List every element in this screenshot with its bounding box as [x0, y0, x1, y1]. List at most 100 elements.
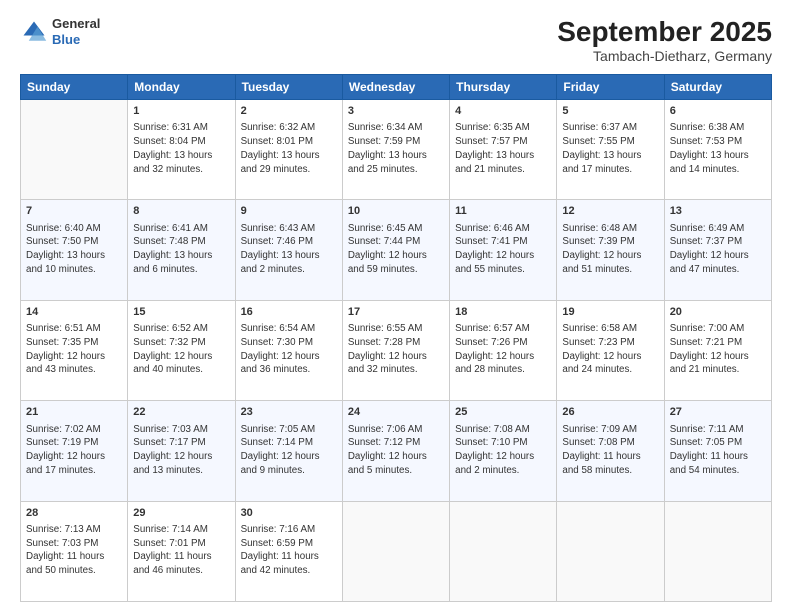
- table-row: 23 Sunrise: 7:05 AM Sunset: 7:14 PM Dayli…: [235, 401, 342, 501]
- day-number: 22: [133, 405, 229, 420]
- day-info: Sunrise: 6:45 AM Sunset: 7:44 PM Dayligh…: [348, 222, 444, 277]
- day-number: 28: [26, 506, 122, 521]
- table-row: 3 Sunrise: 6:34 AM Sunset: 7:59 PM Daylig…: [342, 100, 449, 200]
- day-number: 27: [670, 405, 766, 420]
- day-number: 21: [26, 405, 122, 420]
- day-info: Sunrise: 6:34 AM Sunset: 7:59 PM Dayligh…: [348, 121, 444, 176]
- table-row: 9Sunrise: 6:43 AM Sunset: 7:46 PM Daylig…: [235, 200, 342, 300]
- table-row: 27 Sunrise: 7:11 AM Sunset: 7:05 PM Dayli…: [664, 401, 771, 501]
- table-row: 4 Sunrise: 6:35 AM Sunset: 7:57 PM Daylig…: [450, 100, 557, 200]
- col-monday: Monday: [128, 75, 235, 100]
- table-row: [664, 501, 771, 601]
- day-info: Sunrise: 7:03 AM Sunset: 7:17 PM Dayligh…: [133, 423, 229, 478]
- day-number: 2: [241, 104, 337, 119]
- table-row: 17Sunrise: 6:55 AM Sunset: 7:28 PM Dayli…: [342, 300, 449, 400]
- table-row: 5 Sunrise: 6:37 AM Sunset: 7:55 PM Daylig…: [557, 100, 664, 200]
- table-row: 15 Sunrise: 6:52 AM Sunset: 7:32 PM Dayli…: [128, 300, 235, 400]
- table-row: 2 Sunrise: 6:32 AM Sunset: 8:01 PM Daylig…: [235, 100, 342, 200]
- calendar-week-row: 14Sunrise: 6:51 AM Sunset: 7:35 PM Dayli…: [21, 300, 772, 400]
- col-sunday: Sunday: [21, 75, 128, 100]
- day-info: Sunrise: 6:57 AM Sunset: 7:26 PM Dayligh…: [455, 322, 551, 377]
- day-info: Sunrise: 6:51 AM Sunset: 7:35 PM Dayligh…: [26, 322, 122, 377]
- table-row: 7 Sunrise: 6:40 AM Sunset: 7:50 PM Daylig…: [21, 200, 128, 300]
- day-number: 19: [562, 305, 658, 320]
- logo: General Blue: [20, 16, 100, 47]
- col-thursday: Thursday: [450, 75, 557, 100]
- day-info: Sunrise: 6:31 AM Sunset: 8:04 PM Dayligh…: [133, 121, 229, 176]
- calendar-week-row: 1Sunrise: 6:31 AM Sunset: 8:04 PM Daylig…: [21, 100, 772, 200]
- day-number: 17: [348, 305, 444, 320]
- table-row: 21 Sunrise: 7:02 AM Sunset: 7:19 PM Dayli…: [21, 401, 128, 501]
- col-tuesday: Tuesday: [235, 75, 342, 100]
- table-row: [342, 501, 449, 601]
- table-row: 6Sunrise: 6:38 AM Sunset: 7:53 PM Daylig…: [664, 100, 771, 200]
- day-number: 10: [348, 204, 444, 219]
- table-row: 28Sunrise: 7:13 AM Sunset: 7:03 PM Dayli…: [21, 501, 128, 601]
- table-row: 20 Sunrise: 7:00 AM Sunset: 7:21 PM Dayli…: [664, 300, 771, 400]
- day-info: Sunrise: 7:14 AM Sunset: 7:01 PM Dayligh…: [133, 523, 229, 578]
- day-number: 8: [133, 204, 229, 219]
- page: General Blue September 2025 Tambach-Diet…: [0, 0, 792, 612]
- day-number: 18: [455, 305, 551, 320]
- day-info: Sunrise: 7:11 AM Sunset: 7:05 PM Dayligh…: [670, 423, 766, 478]
- table-row: 1Sunrise: 6:31 AM Sunset: 8:04 PM Daylig…: [128, 100, 235, 200]
- day-info: Sunrise: 7:08 AM Sunset: 7:10 PM Dayligh…: [455, 423, 551, 478]
- table-row: 11Sunrise: 6:46 AM Sunset: 7:41 PM Dayli…: [450, 200, 557, 300]
- table-row: 24Sunrise: 7:06 AM Sunset: 7:12 PM Dayli…: [342, 401, 449, 501]
- day-number: 5: [562, 104, 658, 119]
- table-row: 29 Sunrise: 7:14 AM Sunset: 7:01 PM Dayli…: [128, 501, 235, 601]
- table-row: 10 Sunrise: 6:45 AM Sunset: 7:44 PM Dayli…: [342, 200, 449, 300]
- day-number: 16: [241, 305, 337, 320]
- day-info: Sunrise: 6:35 AM Sunset: 7:57 PM Dayligh…: [455, 121, 551, 176]
- table-row: 14Sunrise: 6:51 AM Sunset: 7:35 PM Dayli…: [21, 300, 128, 400]
- day-info: Sunrise: 7:00 AM Sunset: 7:21 PM Dayligh…: [670, 322, 766, 377]
- table-row: 12 Sunrise: 6:48 AM Sunset: 7:39 PM Dayli…: [557, 200, 664, 300]
- day-number: 15: [133, 305, 229, 320]
- day-info: Sunrise: 6:49 AM Sunset: 7:37 PM Dayligh…: [670, 222, 766, 277]
- day-number: 30: [241, 506, 337, 521]
- day-info: Sunrise: 7:05 AM Sunset: 7:14 PM Dayligh…: [241, 423, 337, 478]
- day-number: 7: [26, 204, 122, 219]
- day-number: 3: [348, 104, 444, 119]
- day-info: Sunrise: 6:48 AM Sunset: 7:39 PM Dayligh…: [562, 222, 658, 277]
- day-info: Sunrise: 6:40 AM Sunset: 7:50 PM Dayligh…: [26, 222, 122, 277]
- logo-line1: General: [52, 16, 100, 32]
- logo-text: General Blue: [52, 16, 100, 47]
- table-row: 25 Sunrise: 7:08 AM Sunset: 7:10 PM Dayli…: [450, 401, 557, 501]
- day-number: 20: [670, 305, 766, 320]
- table-row: 30 Sunrise: 7:16 AM Sunset: 6:59 PM Dayli…: [235, 501, 342, 601]
- calendar-header-row: Sunday Monday Tuesday Wednesday Thursday…: [21, 75, 772, 100]
- col-saturday: Saturday: [664, 75, 771, 100]
- table-row: 26 Sunrise: 7:09 AM Sunset: 7:08 PM Dayli…: [557, 401, 664, 501]
- table-row: [557, 501, 664, 601]
- table-row: 19 Sunrise: 6:58 AM Sunset: 7:23 PM Dayli…: [557, 300, 664, 400]
- day-number: 29: [133, 506, 229, 521]
- day-info: Sunrise: 6:58 AM Sunset: 7:23 PM Dayligh…: [562, 322, 658, 377]
- day-info: Sunrise: 6:32 AM Sunset: 8:01 PM Dayligh…: [241, 121, 337, 176]
- day-number: 23: [241, 405, 337, 420]
- day-number: 12: [562, 204, 658, 219]
- day-number: 26: [562, 405, 658, 420]
- day-info: Sunrise: 6:52 AM Sunset: 7:32 PM Dayligh…: [133, 322, 229, 377]
- calendar-title: September 2025: [557, 16, 772, 48]
- calendar-week-row: 7 Sunrise: 6:40 AM Sunset: 7:50 PM Daylig…: [21, 200, 772, 300]
- day-info: Sunrise: 6:41 AM Sunset: 7:48 PM Dayligh…: [133, 222, 229, 277]
- day-number: 24: [348, 405, 444, 420]
- day-info: Sunrise: 6:46 AM Sunset: 7:41 PM Dayligh…: [455, 222, 551, 277]
- day-info: Sunrise: 7:09 AM Sunset: 7:08 PM Dayligh…: [562, 423, 658, 478]
- day-number: 9: [241, 204, 337, 219]
- table-row: 16Sunrise: 6:54 AM Sunset: 7:30 PM Dayli…: [235, 300, 342, 400]
- day-info: Sunrise: 6:37 AM Sunset: 7:55 PM Dayligh…: [562, 121, 658, 176]
- col-wednesday: Wednesday: [342, 75, 449, 100]
- table-row: [21, 100, 128, 200]
- day-number: 6: [670, 104, 766, 119]
- header: General Blue September 2025 Tambach-Diet…: [20, 16, 772, 64]
- day-number: 25: [455, 405, 551, 420]
- day-number: 4: [455, 104, 551, 119]
- calendar-table: Sunday Monday Tuesday Wednesday Thursday…: [20, 74, 772, 602]
- day-info: Sunrise: 7:02 AM Sunset: 7:19 PM Dayligh…: [26, 423, 122, 478]
- logo-line2: Blue: [52, 32, 100, 48]
- day-info: Sunrise: 7:16 AM Sunset: 6:59 PM Dayligh…: [241, 523, 337, 578]
- table-row: 8 Sunrise: 6:41 AM Sunset: 7:48 PM Daylig…: [128, 200, 235, 300]
- calendar-week-row: 21 Sunrise: 7:02 AM Sunset: 7:19 PM Dayli…: [21, 401, 772, 501]
